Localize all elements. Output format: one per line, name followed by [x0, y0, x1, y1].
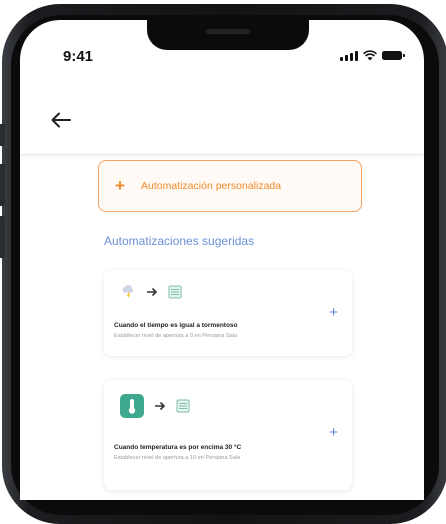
- suggested-automations-title: Automatizaciones sugeridas: [104, 234, 255, 248]
- card-title: Cuando el tiempo es igual a tormentoso: [114, 322, 238, 329]
- back-arrow-icon[interactable]: [48, 110, 74, 130]
- suggested-automation-card[interactable]: Cuando temperatura es por encima 30 °C E…: [104, 380, 352, 490]
- card-description: Establecer nivel de apertura a 0 en Pers…: [114, 333, 238, 339]
- blind-icon: [168, 285, 182, 299]
- app-screen: 9:41 + Automatización personalizada Auto…: [20, 20, 424, 500]
- arrow-right-icon: [147, 287, 158, 297]
- arrow-right-icon: [155, 401, 166, 411]
- wifi-icon: [363, 50, 377, 61]
- add-automation-icon[interactable]: +: [329, 304, 338, 321]
- battery-icon: [382, 51, 405, 60]
- automation-flow: [120, 284, 182, 300]
- storm-weather-icon: [122, 285, 134, 299]
- card-title: Cuando temperatura es por encima 30 °C: [114, 444, 242, 451]
- side-button-volume-down: [0, 216, 5, 258]
- add-automation-icon[interactable]: +: [329, 424, 338, 441]
- suggested-automation-card[interactable]: Cuando el tiempo es igual a tormentoso E…: [104, 270, 352, 356]
- side-button-mute: [0, 124, 5, 146]
- add-icon: +: [115, 176, 125, 195]
- status-time: 9:41: [63, 48, 94, 65]
- cellular-signal-icon: [340, 50, 358, 61]
- thermometer-icon: [120, 394, 144, 418]
- card-description: Establecer nivel de apertura a 10 en Per…: [114, 455, 241, 461]
- phone-notch: [147, 20, 309, 50]
- top-app-bar: [20, 92, 424, 155]
- custom-automation-label: Automatización personalizada: [141, 180, 282, 192]
- blind-icon: [176, 399, 190, 413]
- custom-automation-button[interactable]: + Automatización personalizada: [98, 160, 362, 212]
- speaker-grille: [206, 29, 250, 34]
- automation-flow: [120, 394, 190, 418]
- status-icons: [340, 50, 405, 61]
- side-button-volume-up: [0, 164, 5, 206]
